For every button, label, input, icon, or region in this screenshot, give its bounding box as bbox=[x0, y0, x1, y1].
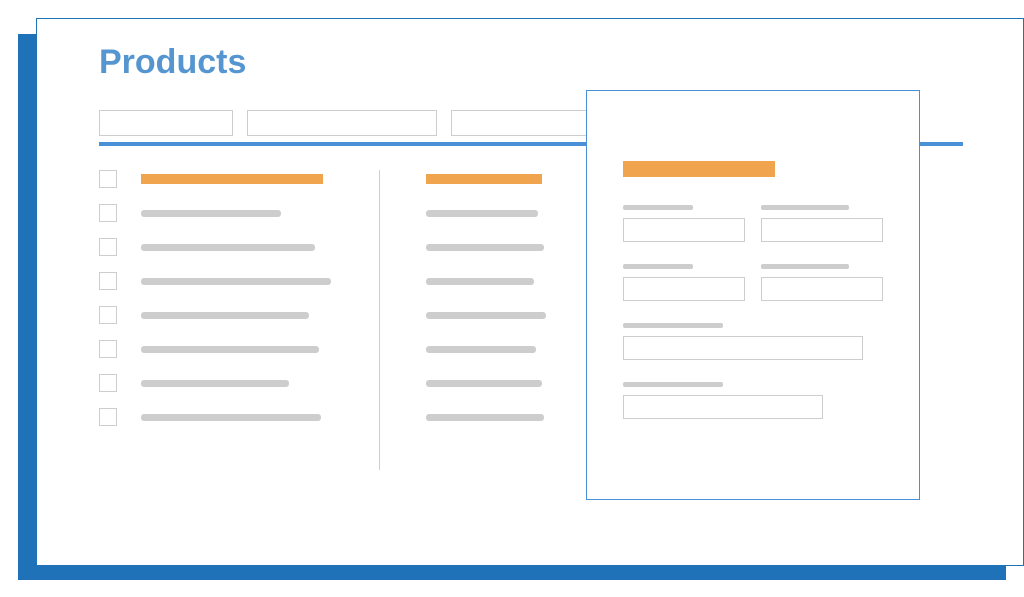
detail-panel bbox=[586, 90, 920, 500]
filter-input-2[interactable] bbox=[247, 110, 437, 136]
secondary-row[interactable] bbox=[426, 306, 579, 324]
field-label bbox=[761, 264, 849, 269]
field-input[interactable] bbox=[623, 395, 823, 419]
list-row[interactable] bbox=[99, 306, 359, 324]
detail-row-4 bbox=[623, 382, 883, 419]
field-label bbox=[623, 205, 693, 210]
row-text-bar bbox=[141, 278, 331, 285]
row-text-bar bbox=[426, 278, 534, 285]
row-text-bar bbox=[141, 380, 289, 387]
list-row[interactable] bbox=[99, 204, 359, 222]
primary-list bbox=[99, 170, 379, 470]
detail-row-3 bbox=[623, 323, 883, 360]
row-text-bar bbox=[426, 346, 536, 353]
row-text-bar bbox=[426, 312, 546, 319]
row-checkbox[interactable] bbox=[99, 374, 117, 392]
secondary-row[interactable] bbox=[426, 408, 579, 426]
list-row[interactable] bbox=[99, 408, 359, 426]
field-label bbox=[623, 323, 723, 328]
list-row[interactable] bbox=[99, 170, 359, 188]
field-input[interactable] bbox=[623, 277, 745, 301]
row-text-bar bbox=[141, 346, 319, 353]
filter-input-3[interactable] bbox=[451, 110, 597, 136]
row-text-bar bbox=[426, 380, 542, 387]
detail-row-1 bbox=[623, 205, 883, 242]
row-checkbox[interactable] bbox=[99, 204, 117, 222]
row-text-bar bbox=[141, 312, 309, 319]
list-row[interactable] bbox=[99, 272, 359, 290]
secondary-row[interactable] bbox=[426, 272, 579, 290]
field-label bbox=[761, 205, 849, 210]
field-label bbox=[623, 382, 723, 387]
row-text-bar bbox=[141, 174, 323, 184]
row-checkbox[interactable] bbox=[99, 272, 117, 290]
row-checkbox[interactable] bbox=[99, 306, 117, 324]
field-input[interactable] bbox=[761, 277, 883, 301]
detail-title-bar bbox=[623, 161, 775, 177]
page-title: Products bbox=[99, 43, 1023, 82]
field-input[interactable] bbox=[623, 336, 863, 360]
secondary-row[interactable] bbox=[426, 204, 579, 222]
row-text-bar bbox=[426, 174, 542, 184]
row-text-bar bbox=[426, 210, 538, 217]
secondary-row[interactable] bbox=[426, 238, 579, 256]
secondary-row[interactable] bbox=[426, 374, 579, 392]
row-checkbox[interactable] bbox=[99, 170, 117, 188]
list-row[interactable] bbox=[99, 340, 359, 358]
detail-row-2 bbox=[623, 264, 883, 301]
row-text-bar bbox=[141, 210, 281, 217]
filter-input-1[interactable] bbox=[99, 110, 233, 136]
secondary-row[interactable] bbox=[426, 340, 579, 358]
secondary-list bbox=[379, 170, 579, 470]
row-checkbox[interactable] bbox=[99, 408, 117, 426]
row-checkbox[interactable] bbox=[99, 238, 117, 256]
field-input[interactable] bbox=[761, 218, 883, 242]
list-row[interactable] bbox=[99, 374, 359, 392]
field-input[interactable] bbox=[623, 218, 745, 242]
row-text-bar bbox=[141, 414, 321, 421]
row-text-bar bbox=[141, 244, 315, 251]
field-label bbox=[623, 264, 693, 269]
row-text-bar bbox=[426, 244, 544, 251]
secondary-row[interactable] bbox=[426, 170, 579, 188]
row-checkbox[interactable] bbox=[99, 340, 117, 358]
list-row[interactable] bbox=[99, 238, 359, 256]
row-text-bar bbox=[426, 414, 544, 421]
